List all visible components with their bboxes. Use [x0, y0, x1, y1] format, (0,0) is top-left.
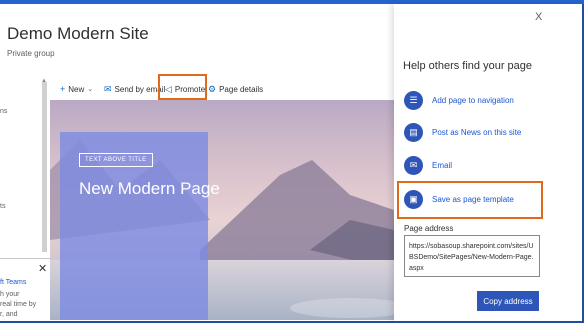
teams-promo-title[interactable]: ft Teams — [0, 279, 26, 286]
new-label: New — [68, 84, 85, 94]
close-icon[interactable]: X — [535, 11, 542, 23]
new-button[interactable]: + New ⌄ — [60, 80, 93, 98]
list-icon: ☰ — [404, 91, 423, 110]
save-template-highlight-box — [397, 181, 543, 219]
option-label: Add page to navigation — [432, 96, 514, 105]
chevron-down-icon: ⌄ — [87, 86, 94, 93]
panel-heading: Help others find your page — [403, 60, 533, 72]
promote-highlight-box — [158, 74, 207, 100]
email-icon: ✉ — [104, 83, 112, 94]
news-icon: ▤ — [404, 123, 423, 142]
email-icon: ✉ — [404, 156, 423, 175]
page-details-button[interactable]: ⚙ Page details — [208, 80, 263, 98]
close-icon[interactable]: ✕ — [38, 262, 47, 275]
page-address-label: Page address — [404, 224, 454, 233]
page-address-field[interactable]: https://sobasoup.sharepoint.com/sites/UB… — [404, 235, 540, 277]
option-label: Email — [432, 161, 453, 170]
left-nav-text-fragment: ns — [0, 108, 8, 115]
site-subtitle: Private group — [7, 49, 55, 58]
gear-icon: ⚙ — [208, 83, 217, 94]
left-scrollbar[interactable] — [42, 82, 47, 252]
post-as-news-option[interactable]: ▤ Post as News on this site — [404, 123, 521, 142]
teams-promo-text: r, and — [0, 311, 18, 318]
text-above-title[interactable]: TEXT ABOVE TITLE — [79, 153, 153, 167]
teams-promo-text: h your — [0, 291, 20, 298]
divider — [0, 258, 50, 259]
page-title[interactable]: New Modern Page — [79, 179, 220, 199]
page-details-label: Page details — [219, 84, 264, 94]
option-label: Post as News on this site — [432, 128, 522, 137]
email-option[interactable]: ✉ Email — [404, 156, 452, 175]
left-nav-text-fragment: ts — [0, 203, 6, 210]
plus-icon: + — [60, 83, 66, 94]
teams-promo-text: real time by — [0, 301, 37, 308]
copy-address-button[interactable]: Copy address — [477, 291, 539, 311]
add-page-to-navigation-option[interactable]: ☰ Add page to navigation — [404, 91, 514, 110]
send-by-email-button[interactable]: ✉ Send by email — [104, 80, 165, 98]
site-title[interactable]: Demo Modern Site — [7, 24, 149, 44]
